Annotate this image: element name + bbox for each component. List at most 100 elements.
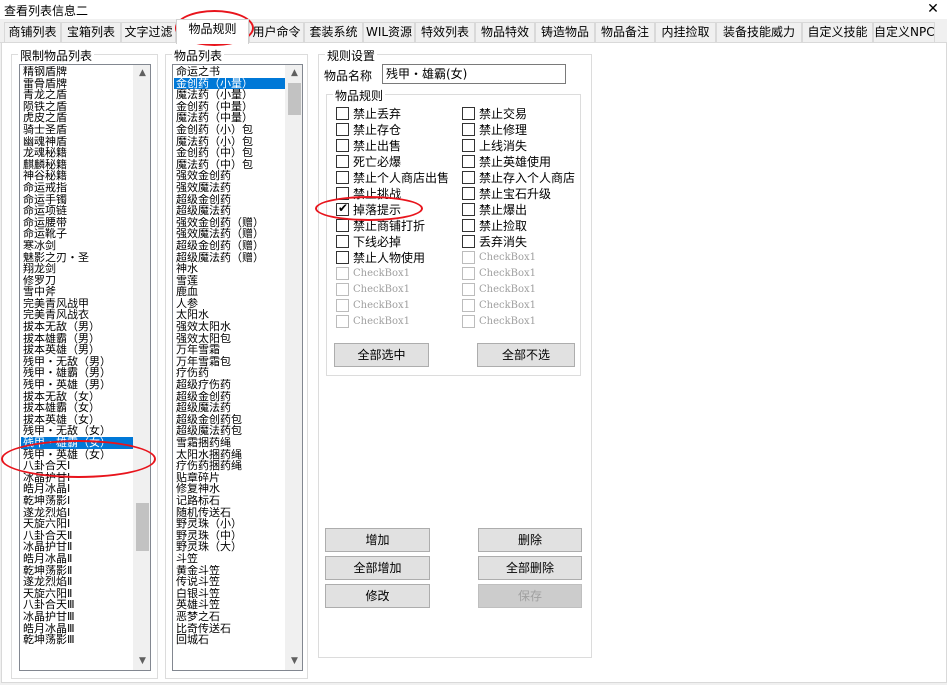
checkbox-box[interactable] bbox=[462, 218, 475, 232]
list-item[interactable]: 超级金创药 bbox=[174, 391, 285, 403]
list-item[interactable]: 魔法药（小）包 bbox=[174, 136, 285, 148]
scroll-up-icon[interactable]: ▲ bbox=[286, 65, 302, 82]
select-none-button[interactable]: 全部不选 bbox=[477, 343, 575, 367]
checkbox-box[interactable] bbox=[462, 138, 475, 152]
list-item[interactable]: 八卦合天Ⅲ bbox=[21, 599, 133, 611]
checkbox-box[interactable] bbox=[336, 218, 349, 232]
list-item[interactable]: 万年雪霜包 bbox=[174, 356, 285, 368]
tab-6[interactable]: WIL资源 bbox=[363, 22, 415, 42]
list-item[interactable]: 魔法药（中量） bbox=[174, 112, 285, 124]
list-item[interactable]: 超级魔法药包 bbox=[174, 425, 285, 437]
checkbox-box[interactable] bbox=[462, 202, 475, 216]
rule-checkbox[interactable]: 禁止存入个人商店 bbox=[462, 169, 575, 185]
list-item[interactable]: 黄金斗笠 bbox=[174, 565, 285, 577]
list-item[interactable]: 超级疗伤药 bbox=[174, 379, 285, 391]
list-item[interactable]: 神谷秘籍 bbox=[21, 170, 133, 182]
list-item[interactable]: 恶梦之石 bbox=[174, 611, 285, 623]
rule-checkbox[interactable]: 禁止挑战 bbox=[336, 185, 401, 201]
list-item[interactable]: 超级魔法药（赠） bbox=[174, 252, 285, 264]
list-item[interactable]: 骑士圣盾 bbox=[21, 124, 133, 136]
list-item[interactable]: 回城石 bbox=[174, 634, 285, 646]
list-item[interactable]: 冰晶护甘Ⅰ bbox=[21, 472, 133, 484]
tab-3[interactable]: 物品规则 bbox=[176, 19, 249, 44]
list-item[interactable]: 拔本无敌（女） bbox=[21, 391, 133, 403]
list-item[interactable]: 完美青风战甲 bbox=[21, 298, 133, 310]
list-item[interactable]: 超级金创药（赠） bbox=[174, 240, 285, 252]
tab-11[interactable]: 内挂捡取 bbox=[655, 22, 716, 42]
list-item[interactable]: 青龙之盾 bbox=[21, 89, 133, 101]
checkbox-box[interactable] bbox=[336, 186, 349, 200]
rule-checkbox[interactable]: 禁止捡取 bbox=[462, 217, 527, 233]
checkbox-box[interactable] bbox=[462, 186, 475, 200]
list-item[interactable]: 乾坤荡影Ⅱ bbox=[21, 565, 133, 577]
list-item[interactable]: 太阳水 bbox=[174, 309, 285, 321]
list-item[interactable]: 命运之书 bbox=[174, 66, 285, 78]
list-item[interactable]: 拔本英雄（女） bbox=[21, 414, 133, 426]
list-item[interactable]: 八卦合天Ⅰ bbox=[21, 460, 133, 472]
restricted-list-scrollbar[interactable]: ▲ ▼ bbox=[133, 65, 150, 670]
checkbox-box[interactable] bbox=[336, 250, 349, 264]
list-item[interactable]: 残甲・雄霸（女） bbox=[21, 437, 133, 449]
list-item[interactable]: 麒麟秘籍 bbox=[21, 159, 133, 171]
list-item[interactable]: 幽魂神盾 bbox=[21, 136, 133, 148]
checkbox-box[interactable] bbox=[336, 282, 349, 296]
tab-4[interactable]: 用户命令 bbox=[249, 22, 304, 42]
list-item[interactable]: 雪莲 bbox=[174, 275, 285, 287]
list-item[interactable]: 冰晶护甘Ⅲ bbox=[21, 611, 133, 623]
rule-checkbox[interactable]: 下线必掉 bbox=[336, 233, 401, 249]
list-item[interactable]: 寒冰剑 bbox=[21, 240, 133, 252]
list-item[interactable]: 野灵珠（大） bbox=[174, 541, 285, 553]
list-item[interactable]: 遂龙烈焰Ⅱ bbox=[21, 576, 133, 588]
list-item[interactable]: 魔法药（小量） bbox=[174, 89, 285, 101]
rule-checkbox[interactable]: CheckBox1 bbox=[336, 265, 410, 281]
list-item[interactable]: 虎皮之盾 bbox=[21, 112, 133, 124]
list-item[interactable]: 命运项链 bbox=[21, 205, 133, 217]
list-item[interactable]: 修复神水 bbox=[174, 483, 285, 495]
rule-checkbox[interactable]: CheckBox1 bbox=[462, 313, 536, 329]
list-item[interactable]: 天旋六阳Ⅱ bbox=[21, 588, 133, 600]
list-item[interactable]: 超级魔法药 bbox=[174, 205, 285, 217]
list-item[interactable]: 命运手镯 bbox=[21, 194, 133, 206]
list-item[interactable]: 命运腰带 bbox=[21, 217, 133, 229]
item-listbox[interactable]: 命运之书 金创药（小量） 魔法药（小量） 金创药（中量） 魔法药（中量） 金创药（小）包魔… bbox=[172, 64, 303, 671]
rule-checkbox[interactable]: 上线消失 bbox=[462, 137, 527, 153]
list-item[interactable]: 传说斗笠 bbox=[174, 576, 285, 588]
scroll-up-icon[interactable]: ▲ bbox=[134, 65, 150, 82]
list-item[interactable]: 命运靴子 bbox=[21, 228, 133, 240]
tab-8[interactable]: 物品特效 bbox=[475, 22, 535, 42]
list-item[interactable]: 强效太阳水 bbox=[174, 321, 285, 333]
list-item[interactable]: 皓月冰晶Ⅲ bbox=[21, 623, 133, 635]
list-item[interactable]: 野灵珠（中） bbox=[174, 530, 285, 542]
list-item[interactable]: 超级金创药 bbox=[174, 194, 285, 206]
list-item[interactable]: 残甲・无敌（女） bbox=[21, 425, 133, 437]
list-item[interactable]: 疗伤药捆药绳 bbox=[174, 460, 285, 472]
list-item[interactable]: 疗伤药 bbox=[174, 367, 285, 379]
checkbox-box[interactable] bbox=[462, 282, 475, 296]
checkbox-box[interactable] bbox=[462, 122, 475, 136]
tab-9[interactable]: 铸造物品 bbox=[535, 22, 595, 42]
checkbox-box[interactable] bbox=[336, 106, 349, 120]
close-icon[interactable]: ✕ bbox=[923, 0, 943, 18]
rule-checkbox[interactable]: 禁止存仓 bbox=[336, 121, 401, 137]
tab-2[interactable]: 文字过滤 bbox=[121, 22, 176, 42]
tab-13[interactable]: 自定义技能 bbox=[802, 22, 873, 42]
list-item[interactable]: 万年雪霜 bbox=[174, 344, 285, 356]
scroll-thumb[interactable] bbox=[288, 83, 301, 115]
modify-button[interactable]: 修改 bbox=[325, 584, 430, 608]
checkbox-box[interactable] bbox=[336, 314, 349, 328]
list-item[interactable]: 冰晶护甘Ⅱ bbox=[21, 541, 133, 553]
rule-checkbox[interactable]: 禁止爆出 bbox=[462, 201, 527, 217]
rule-checkbox[interactable]: ✔ 掉落提示 bbox=[336, 201, 401, 217]
item-name-input[interactable]: 残甲・雄霸(女) bbox=[382, 64, 566, 84]
list-item[interactable]: 乾坤荡影Ⅲ bbox=[21, 634, 133, 646]
list-item[interactable]: 强效魔法药 bbox=[174, 182, 285, 194]
add-button[interactable]: 增加 bbox=[325, 528, 430, 552]
tab-5[interactable]: 套装系统 bbox=[304, 22, 363, 42]
list-item[interactable]: 鹿血 bbox=[174, 286, 285, 298]
list-item[interactable]: 记路标石 bbox=[174, 495, 285, 507]
list-item[interactable]: 雪中斧 bbox=[21, 286, 133, 298]
rule-checkbox[interactable]: 丢弃消失 bbox=[462, 233, 527, 249]
tab-1[interactable]: 宝箱列表 bbox=[61, 22, 121, 42]
checkbox-box[interactable] bbox=[462, 250, 475, 264]
delete-all-button[interactable]: 全部删除 bbox=[478, 556, 582, 580]
